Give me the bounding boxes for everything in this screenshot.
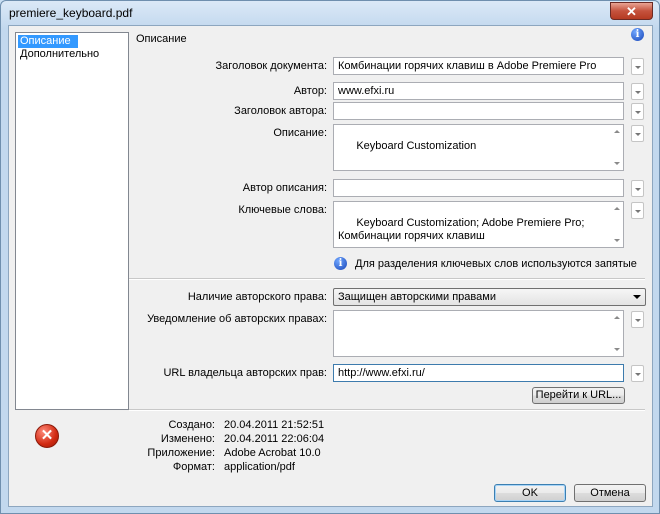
copyright-status-value: Защищен авторскими правами	[338, 291, 496, 303]
copyright-status-select[interactable]: Защищен авторскими правами	[333, 288, 646, 306]
cancel-button[interactable]: Отмена	[574, 484, 646, 502]
copyright-url-input[interactable]: http://www.efxi.ru/	[333, 364, 624, 382]
modified-label: Изменено:	[160, 433, 215, 445]
scroll-up-icon	[614, 130, 620, 133]
scroll-up-icon	[614, 207, 620, 210]
close-button[interactable]: ✕	[610, 2, 653, 20]
copyright-notice-scrollbar[interactable]	[612, 312, 622, 355]
info-icon[interactable]: i	[631, 28, 644, 41]
section-title: Описание	[136, 33, 187, 45]
copyright-notice-textarea[interactable]	[333, 310, 624, 357]
keywords-history-button[interactable]	[631, 202, 644, 219]
description-author-input[interactable]	[333, 179, 624, 197]
scroll-up-icon	[614, 316, 620, 319]
properties-dialog: premiere_keyboard.pdf ✕ Описание Дополни…	[0, 0, 660, 514]
meta-divider	[129, 409, 645, 411]
ok-button[interactable]: OK	[494, 484, 566, 502]
window-title: premiere_keyboard.pdf	[9, 6, 133, 20]
error-icon: ✕	[35, 424, 59, 448]
keywords-text: Keyboard Customization; Adobe Premiere P…	[338, 217, 588, 242]
doc-title-label: Заголовок документа:	[215, 60, 327, 72]
section-divider	[129, 278, 645, 280]
copyright-url-history-button[interactable]	[631, 365, 644, 382]
doc-title-history-button[interactable]	[631, 58, 644, 75]
author-title-label: Заголовок автора:	[234, 105, 327, 117]
created-value: 20.04.2011 21:52:51	[224, 419, 325, 431]
application-value: Adobe Acrobat 10.0	[224, 447, 321, 459]
info-icon: i	[334, 257, 347, 270]
created-label: Создано:	[168, 419, 215, 431]
author-title-input[interactable]	[333, 102, 624, 120]
author-input[interactable]: www.efxi.ru	[333, 82, 624, 100]
chevron-down-icon	[633, 295, 641, 299]
category-item-advanced[interactable]: Дополнительно	[18, 48, 101, 61]
author-history-button[interactable]	[631, 83, 644, 100]
format-label: Формат:	[172, 461, 215, 473]
go-to-url-button[interactable]: Перейти к URL...	[532, 387, 625, 404]
keywords-scrollbar[interactable]	[612, 203, 622, 246]
description-author-history-button[interactable]	[631, 180, 644, 197]
copyright-status-label: Наличие авторского права:	[187, 291, 327, 303]
keywords-label: Ключевые слова:	[238, 204, 327, 216]
author-title-history-button[interactable]	[631, 103, 644, 120]
doc-title-input[interactable]: Комбинации горячих клавиш в Adobe Premie…	[333, 57, 624, 75]
scroll-down-icon	[614, 239, 620, 242]
dialog-body: Описание Дополнительно Описание i Заголо…	[8, 25, 653, 507]
category-list[interactable]: Описание Дополнительно	[15, 32, 129, 410]
description-text: Keyboard Customization	[356, 140, 477, 152]
format-value: application/pdf	[224, 461, 295, 473]
description-author-label: Автор описания:	[242, 182, 327, 194]
copyright-notice-history-button[interactable]	[631, 311, 644, 328]
scroll-down-icon	[614, 162, 620, 165]
author-label: Автор:	[293, 85, 327, 97]
keywords-hint: Для разделения ключевых слов используютс…	[355, 258, 637, 270]
application-label: Приложение:	[147, 447, 215, 459]
description-label: Описание:	[273, 127, 327, 139]
copyright-notice-label: Уведомление об авторских правах:	[147, 313, 327, 325]
keywords-textarea[interactable]: Keyboard Customization; Adobe Premiere P…	[333, 201, 624, 248]
title-bar: premiere_keyboard.pdf ✕	[1, 1, 659, 25]
category-item-description[interactable]: Описание	[18, 35, 78, 48]
description-textarea[interactable]: Keyboard Customization	[333, 124, 624, 171]
close-icon: ✕	[626, 4, 637, 19]
scroll-down-icon	[614, 348, 620, 351]
modified-value: 20.04.2011 22:06:04	[224, 433, 325, 445]
description-scrollbar[interactable]	[612, 126, 622, 169]
copyright-url-label: URL владельца авторских прав:	[163, 367, 327, 379]
description-history-button[interactable]	[631, 125, 644, 142]
